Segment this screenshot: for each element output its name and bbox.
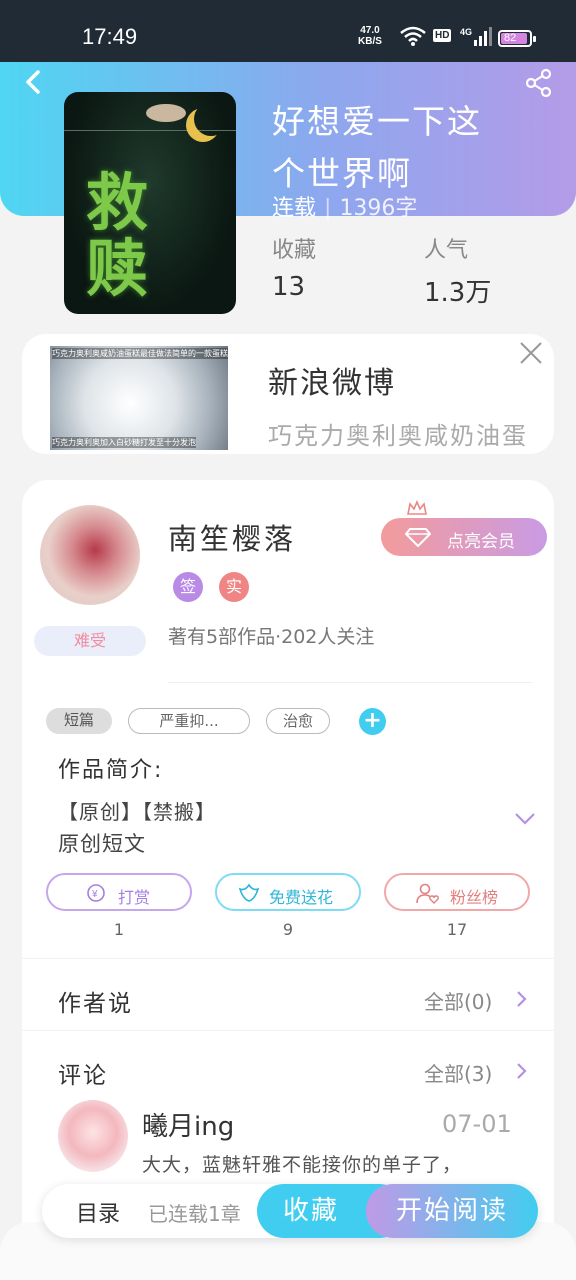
tag-genre[interactable]: 短篇 xyxy=(46,708,112,734)
reward-count: 1 xyxy=(113,920,125,939)
author-stats: 著有5部作品·202人关注 xyxy=(168,626,375,648)
back-icon[interactable] xyxy=(20,68,48,96)
author-says-title: 作者说 xyxy=(58,991,133,1017)
signed-badge: 签 xyxy=(173,572,203,602)
figure-graphic xyxy=(146,104,186,122)
flower-label: 免费送花 xyxy=(269,888,334,907)
commenter-name[interactable]: 曦月ing xyxy=(142,1106,234,1143)
flower-button[interactable]: 免费送花 xyxy=(215,873,361,911)
net-speed: 47.0 KB/S xyxy=(358,25,382,47)
fans-ranking-label: 粉丝榜 xyxy=(450,888,499,907)
coin-icon: ¥ xyxy=(87,884,105,902)
toc-button[interactable]: 目录 xyxy=(76,1196,120,1228)
author-avatar[interactable] xyxy=(40,505,140,605)
signal-icon: 4G xyxy=(460,27,492,46)
start-reading-button[interactable]: 开始阅读 xyxy=(366,1184,538,1238)
reward-button[interactable]: ¥ 打赏 xyxy=(46,873,192,911)
net-speed-unit: KB/S xyxy=(358,36,382,47)
battery-level: 82 xyxy=(504,32,517,44)
book-title: 好想爱一下这 个世界啊 xyxy=(272,96,542,200)
ad-thumb-caption-top: 巧克力奥利奥咸奶油蛋糕最佳做法简单的一款蛋糕 xyxy=(52,348,228,359)
divider xyxy=(22,1030,554,1031)
ad-title: 新浪微博 xyxy=(268,366,396,401)
reward-label: 打赏 xyxy=(118,888,151,907)
verified-badge: 实 xyxy=(219,572,249,602)
book-cover[interactable]: 救赎 xyxy=(64,92,236,314)
intro-title: 作品简介: xyxy=(58,758,164,783)
diamond-icon xyxy=(405,528,431,547)
comment-text[interactable]: 大大，蓝魅轩雅不能接你的单子了， xyxy=(142,1150,522,1177)
toc-status[interactable]: 已连载1章 xyxy=(148,1198,241,1227)
svg-text:4G: 4G xyxy=(460,27,472,37)
crown-icon xyxy=(407,500,427,515)
status-bar: 17:49 47.0 KB/S HD 4G 82 xyxy=(0,0,576,62)
ad-card[interactable]: 巧克力奥利奥咸奶油蛋糕最佳做法简单的一款蛋糕 巧克力奥利奥加入白砂糖打发至十分发… xyxy=(22,334,554,454)
chevron-right-icon[interactable] xyxy=(516,1062,528,1080)
hd-badge: HD xyxy=(433,29,452,42)
flower-count: 9 xyxy=(282,920,294,939)
svg-text:¥: ¥ xyxy=(91,889,98,900)
moon-graphic xyxy=(194,102,228,136)
share-icon[interactable] xyxy=(524,68,554,98)
author-name[interactable]: 南笙樱落 xyxy=(168,516,296,558)
favorites-label: 收藏 xyxy=(272,238,317,263)
net-speed-value: 47.0 xyxy=(360,25,380,36)
tag-item[interactable]: 严重抑... xyxy=(128,708,250,734)
intro-text-line-2: 原创短文 xyxy=(58,832,146,856)
comments-all-link[interactable]: 全部(3) xyxy=(424,1058,492,1087)
fans-ranking-button[interactable]: 粉丝榜 xyxy=(384,873,530,911)
book-status: 连载 xyxy=(272,196,317,221)
vip-button-label: 点亮会员 xyxy=(447,532,515,552)
vip-button[interactable]: 点亮会员 xyxy=(381,518,547,556)
comments-title: 评论 xyxy=(58,1063,108,1089)
wifi-icon xyxy=(400,26,426,46)
fans-ranking-count: 17 xyxy=(446,920,468,939)
flower-icon xyxy=(238,883,260,902)
ad-description: 巧克力奥利奥咸奶油蛋 xyxy=(268,422,528,450)
divider xyxy=(22,958,554,959)
battery-icon: 82 xyxy=(498,30,536,47)
ad-thumb-caption-bottom: 巧克力奥利奥加入白砂糖打发至十分发泡 xyxy=(52,437,196,448)
word-count: 1396字 xyxy=(339,196,418,221)
author-says-all-link[interactable]: 全部(0) xyxy=(424,986,492,1015)
favorites-value: 13 xyxy=(272,272,306,302)
divider xyxy=(168,682,532,683)
cover-title-art: 救赎 xyxy=(86,166,149,305)
commenter-avatar[interactable] xyxy=(58,1100,128,1172)
book-meta: 连载 | 1396字 xyxy=(272,196,418,221)
comment-date: 07-01 xyxy=(442,1110,512,1138)
mood-tag: 难受 xyxy=(34,626,146,656)
ad-thumbnail[interactable]: 巧克力奥利奥咸奶油蛋糕最佳做法简单的一款蛋糕 巧克力奥利奥加入白砂糖打发至十分发… xyxy=(50,346,228,450)
chevron-down-icon[interactable] xyxy=(514,812,536,826)
popularity-label: 人气 xyxy=(424,238,469,263)
popularity-value: 1.3万 xyxy=(424,278,492,308)
add-tag-button[interactable]: + xyxy=(359,708,386,735)
intro-text-line-1: 【原创】【禁搬】 xyxy=(58,800,216,824)
book-title-line-1: 好想爱一下这 xyxy=(272,102,482,141)
chevron-right-icon[interactable] xyxy=(516,990,528,1008)
close-icon[interactable] xyxy=(518,340,544,366)
status-time: 17:49 xyxy=(82,24,138,49)
user-heart-icon xyxy=(416,883,439,904)
tag-item[interactable]: 治愈 xyxy=(266,708,330,734)
